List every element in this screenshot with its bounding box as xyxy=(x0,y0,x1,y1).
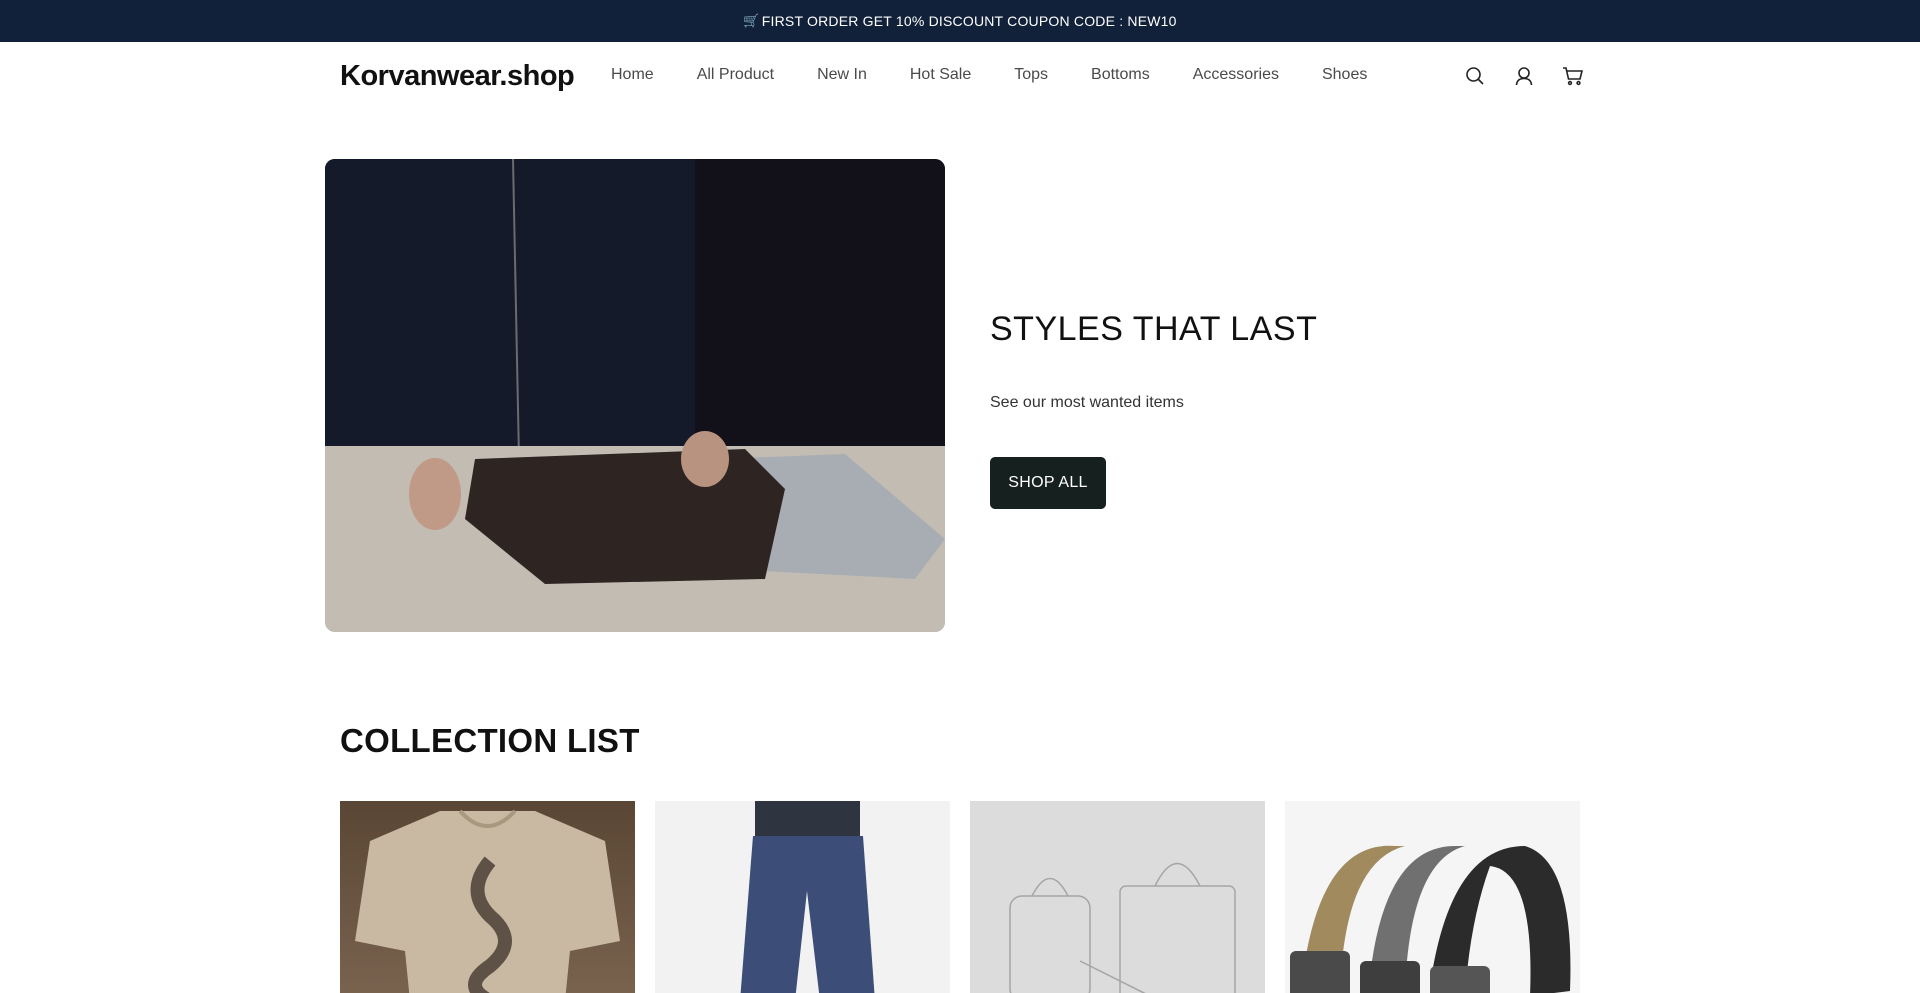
nav-new-in[interactable]: New In xyxy=(817,66,867,84)
hero-text: STYLES THAT LAST See our most wanted ite… xyxy=(990,310,1318,509)
site-logo[interactable]: Korvanwear.shop xyxy=(340,60,575,93)
account-icon[interactable] xyxy=(1511,63,1537,89)
nav-shoes[interactable]: Shoes xyxy=(1322,66,1367,84)
announcement-text: FIRST ORDER GET 10% DISCOUNT COUPON CODE… xyxy=(761,13,1177,29)
hero-title: STYLES THAT LAST xyxy=(990,310,1318,348)
hero-image xyxy=(325,159,945,632)
collection-cards xyxy=(340,801,1580,993)
search-icon[interactable] xyxy=(1462,63,1488,89)
nav-hot-sale[interactable]: Hot Sale xyxy=(910,66,971,84)
header-icons xyxy=(1462,63,1586,89)
cart-emoji-icon: 🛒 xyxy=(743,13,760,28)
nav-bottoms[interactable]: Bottoms xyxy=(1091,66,1150,84)
cart-icon[interactable] xyxy=(1560,63,1586,89)
collection-card-tshirt[interactable] xyxy=(340,801,635,993)
nav-home[interactable]: Home xyxy=(611,66,654,84)
collection-card-belts[interactable] xyxy=(1285,801,1580,993)
announcement-bar: 🛒 FIRST ORDER GET 10% DISCOUNT COUPON CO… xyxy=(0,0,1920,42)
nav-accessories[interactable]: Accessories xyxy=(1193,66,1279,84)
nav-all-product[interactable]: All Product xyxy=(697,66,774,84)
collection-card-accessories[interactable] xyxy=(970,801,1265,993)
shop-all-button[interactable]: SHOP ALL xyxy=(990,457,1106,509)
main-nav: Home All Product New In Hot Sale Tops Bo… xyxy=(611,66,1410,84)
site-header: Korvanwear.shop Home All Product New In … xyxy=(0,42,1920,108)
nav-tops[interactable]: Tops xyxy=(1014,66,1048,84)
collection-card-pants[interactable] xyxy=(655,801,950,993)
hero-subtitle: See our most wanted items xyxy=(990,394,1184,411)
collection-title: COLLECTION LIST xyxy=(340,722,640,759)
